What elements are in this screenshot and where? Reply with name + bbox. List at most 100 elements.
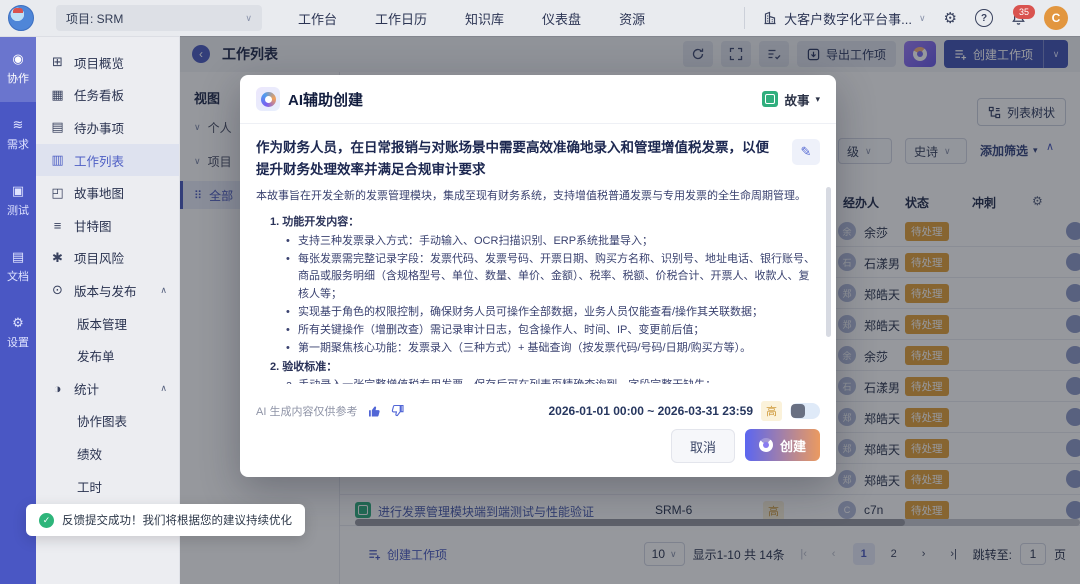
app-logo[interactable]: [8, 5, 34, 31]
sidebar-label: 项目概览: [74, 53, 124, 72]
thumbs-down-icon[interactable]: [391, 404, 405, 418]
sidebar-label: 待办事项: [74, 118, 124, 137]
nav-workbench[interactable]: 工作台: [298, 9, 337, 28]
overview-icon: ⊞: [50, 54, 65, 70]
story-description[interactable]: 本故事旨在开发全新的发票管理模块，集成至现有财务系统，支持增值税普通发票与专用发…: [256, 188, 820, 384]
sidebar-item-performance[interactable]: 绩效: [36, 437, 179, 470]
collaboration-icon: ◉: [12, 52, 23, 65]
sidebar-item-version-mgmt[interactable]: 版本管理: [36, 307, 179, 340]
sidebar-label: 故事地图: [74, 183, 124, 202]
modal-meta-row: AI 生成内容仅供参考 2026-01-01 00:00 ~ 2026-03-3…: [256, 399, 820, 423]
rail-item-requirements[interactable]: ≋ 需求: [0, 102, 36, 168]
risk-icon: ✱: [50, 250, 65, 266]
sidebar-menu: ⊞ 项目概览 ▦ 任务看板 ▤待办事项 ▥ 工作列表 ◰ 故事地图 ≡ 甘特图 ✱ 项目风险…: [36, 36, 180, 584]
module-rail: ◉ 协作 ≋ 需求 ▣ 测试 ▤ 文档 ⚙ 设置: [0, 36, 36, 584]
sidebar-label: 统计: [74, 379, 99, 398]
chevron-down-icon: ∨: [245, 13, 252, 24]
sidebar-item-version-release[interactable]: ⊙版本与发布 ∧: [36, 274, 179, 307]
notifications-bell[interactable]: 35: [1011, 11, 1026, 26]
sidebar-item-collab-charts[interactable]: 协作图表: [36, 405, 179, 438]
description-intro: 本故事旨在开发全新的发票管理模块，集成至现有财务系统，支持增值税普通发票与专用发…: [256, 188, 820, 206]
bullet-item: 第一期聚焦核心功能：发票录入（三种方式）+ 基础查询（按发票代码/号码/日期/购…: [286, 340, 820, 358]
statistics-icon: ◑: [50, 381, 65, 396]
testing-icon: ▣: [12, 184, 24, 197]
sidebar-item-worklist[interactable]: ▥ 工作列表: [36, 144, 179, 177]
sidebar-label: 版本与发布: [74, 281, 137, 300]
sidebar-label: 工时: [77, 477, 102, 496]
success-toast: ✓ 反馈提交成功！我们将根据您的建议持续优化: [26, 504, 305, 536]
workitem-type-select[interactable]: 故事 ▾: [762, 90, 820, 109]
help-icon[interactable]: ?: [975, 9, 993, 27]
chevron-down-icon: ∨: [919, 13, 926, 24]
caret-down-icon: ▾: [815, 94, 820, 105]
nav-resources[interactable]: 资源: [619, 9, 645, 28]
top-navbar: 项目: SRM ∨ 工作台 工作日历 知识库 仪表盘 资源 大客户数字化平台事.…: [0, 0, 1080, 37]
project-select-value: 项目: SRM: [66, 10, 123, 27]
nav-dashboard[interactable]: 仪表盘: [542, 9, 581, 28]
success-check-icon: ✓: [39, 513, 54, 528]
date-range[interactable]: 2026-01-01 00:00 ~ 2026-03-31 23:59: [549, 404, 754, 418]
sidebar-item-risk[interactable]: ✱ 项目风险: [36, 242, 179, 275]
sidebar-label: 版本管理: [77, 314, 127, 333]
toast-message: 反馈提交成功！我们将根据您的建议持续优化: [62, 512, 292, 528]
sidebar-item-storymap[interactable]: ◰ 故事地图: [36, 176, 179, 209]
modal-create-label: 创建: [780, 436, 806, 455]
notification-badge: 35: [1013, 5, 1035, 19]
sidebar-label: 任务看板: [74, 85, 124, 104]
ai-create-modal: AI辅助创建 故事 ▾ 作为财务人员，在日常报销与对账场景中需要高效准确地录入和…: [240, 75, 836, 477]
sidebar-item-todo[interactable]: ▤待办事项: [36, 111, 179, 144]
worklist-icon: ▥: [50, 152, 65, 168]
ai-disclaimer: AI 生成内容仅供参考: [256, 403, 357, 419]
toggle-switch[interactable]: [790, 403, 820, 419]
bullet-item: 每张发票需完整记录字段：发票代码、发票号码、开票日期、购买方名称、识别号、地址电…: [286, 251, 820, 304]
rail-item-collaboration[interactable]: ◉ 协作: [0, 36, 36, 102]
project-select[interactable]: 项目: SRM ∨: [56, 5, 262, 31]
description-scrollbar-thumb[interactable]: [826, 187, 831, 337]
priority-badge[interactable]: 高: [761, 401, 782, 421]
version-icon: ⊙: [50, 282, 65, 298]
section-heading: 1. 功能开发内容：: [270, 214, 820, 232]
sidebar-item-overview[interactable]: ⊞ 项目概览: [36, 46, 179, 79]
edit-title-button[interactable]: ✎: [792, 139, 820, 165]
type-label: 故事: [784, 90, 809, 109]
sidebar-item-gantt[interactable]: ≡ 甘特图: [36, 209, 179, 242]
rail-item-settings[interactable]: ⚙ 设置: [0, 300, 36, 366]
sidebar-label: 甘特图: [74, 216, 112, 235]
bullet-item: 实现基于角色的权限控制，确保财务人员可操作全部数据，业务人员仅能查看/操作其关联…: [286, 304, 820, 322]
sidebar-label: 项目风险: [74, 248, 124, 267]
storymap-icon: ◰: [50, 185, 65, 201]
rail-item-testing[interactable]: ▣ 测试: [0, 168, 36, 234]
bullet-item: 所有关键操作（增删改查）需记录审计日志，包含操作人、时间、IP、变更前后值；: [286, 322, 820, 340]
section-heading: 2. 验收标准：: [270, 359, 820, 377]
rail-label: 测试: [7, 202, 29, 218]
sidebar-label: 工作列表: [74, 151, 124, 170]
top-nav-links: 工作台 工作日历 知识库 仪表盘 资源: [298, 9, 645, 28]
rail-label: 设置: [7, 334, 29, 350]
collapse-up-icon: ∧: [160, 383, 167, 394]
thumbs-up-icon[interactable]: [367, 404, 381, 418]
gantt-icon: ≡: [50, 218, 65, 233]
sidebar-label: 绩效: [77, 444, 102, 463]
sidebar-item-kanban[interactable]: ▦ 任务看板: [36, 79, 179, 112]
rail-item-documents[interactable]: ▤ 文档: [0, 234, 36, 300]
building-icon: [763, 11, 777, 25]
modal-buttons: 取消 创建: [671, 429, 820, 463]
modal-create-button[interactable]: 创建: [745, 429, 820, 461]
sidebar-item-workhours[interactable]: 工时: [36, 470, 179, 503]
settings-gear-icon[interactable]: ⚙: [944, 9, 957, 27]
sidebar-item-statistics[interactable]: ◑ 统计 ∧: [36, 372, 179, 405]
cancel-label: 取消: [690, 437, 716, 456]
ai-logo-icon: [256, 87, 280, 111]
nav-knowledge[interactable]: 知识库: [465, 9, 504, 28]
sidebar-item-release-order[interactable]: 发布单: [36, 339, 179, 372]
rail-label: 文档: [7, 268, 29, 284]
cancel-button[interactable]: 取消: [671, 429, 735, 463]
modal-title: AI辅助创建: [288, 89, 363, 110]
user-avatar[interactable]: C: [1044, 6, 1068, 30]
kanban-icon: ▦: [50, 87, 65, 103]
org-switcher[interactable]: 大客户数字化平台事... ∨: [744, 7, 925, 29]
nav-calendar[interactable]: 工作日历: [375, 9, 427, 28]
documents-icon: ▤: [12, 250, 24, 263]
criteria-item: a. 手动录入一张完整增值税专用发票，保存后可在列表页精确查询到，字段完整无缺失…: [286, 377, 820, 384]
story-title: 作为财务人员，在日常报销与对账场景中需要高效准确地录入和管理增值税发票，以便提升…: [256, 137, 782, 180]
